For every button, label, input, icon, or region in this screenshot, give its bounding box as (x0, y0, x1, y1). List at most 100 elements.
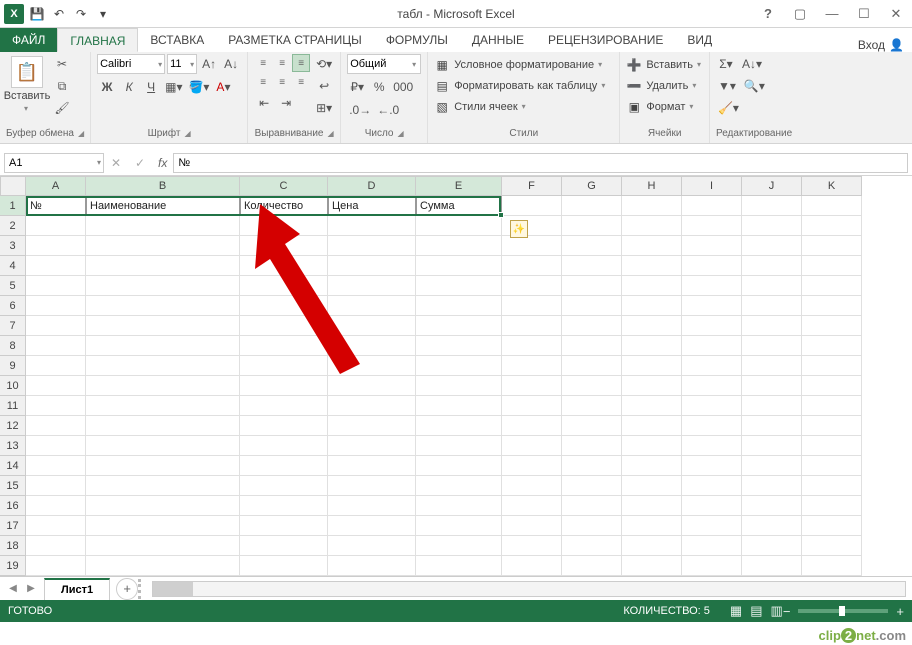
row-header-8[interactable]: 8 (0, 336, 26, 356)
cell-H19[interactable] (622, 556, 682, 576)
cell-C12[interactable] (240, 416, 328, 436)
cell-D19[interactable] (328, 556, 416, 576)
cell-F3[interactable] (502, 236, 562, 256)
cell-H1[interactable] (622, 196, 682, 216)
conditional-formatting-button[interactable]: ▦Условное форматирование▾ (434, 54, 613, 75)
cell-F5[interactable] (502, 276, 562, 296)
font-size-select[interactable]: 11▾ (167, 54, 197, 74)
cell-J17[interactable] (742, 516, 802, 536)
cell-A14[interactable] (26, 456, 86, 476)
cell-I3[interactable] (682, 236, 742, 256)
cell-C1[interactable]: Количество (240, 196, 328, 216)
cell-G16[interactable] (562, 496, 622, 516)
comma-button[interactable]: 000 (391, 77, 415, 97)
cell-C15[interactable] (240, 476, 328, 496)
cell-E5[interactable] (416, 276, 502, 296)
tab-pagelayout[interactable]: РАЗМЕТКА СТРАНИЦЫ (216, 28, 374, 52)
cell-D15[interactable] (328, 476, 416, 496)
cell-I19[interactable] (682, 556, 742, 576)
cell-E11[interactable] (416, 396, 502, 416)
align-left-button[interactable]: ≡ (254, 73, 272, 91)
quick-analysis-icon[interactable]: ✨ (510, 220, 528, 238)
cell-I18[interactable] (682, 536, 742, 556)
formula-bar[interactable]: № (173, 153, 908, 173)
cell-G14[interactable] (562, 456, 622, 476)
align-middle-button[interactable]: ≡ (273, 54, 291, 72)
cell-A15[interactable] (26, 476, 86, 496)
cell-K9[interactable] (802, 356, 862, 376)
cell-E18[interactable] (416, 536, 502, 556)
cell-E10[interactable] (416, 376, 502, 396)
decrease-indent-button[interactable]: ⇤ (254, 93, 274, 113)
ribbon-options-button[interactable]: ▢ (784, 2, 816, 26)
cell-I13[interactable] (682, 436, 742, 456)
row-header-3[interactable]: 3 (0, 236, 26, 256)
column-header-F[interactable]: F (502, 176, 562, 196)
cell-B17[interactable] (86, 516, 240, 536)
column-header-E[interactable]: E (416, 176, 502, 196)
bold-button[interactable]: Ж (97, 77, 117, 97)
cell-A9[interactable] (26, 356, 86, 376)
row-header-19[interactable]: 19 (0, 556, 26, 576)
row-header-10[interactable]: 10 (0, 376, 26, 396)
cell-A12[interactable] (26, 416, 86, 436)
cell-H2[interactable] (622, 216, 682, 236)
cell-B19[interactable] (86, 556, 240, 576)
column-header-A[interactable]: A (26, 176, 86, 196)
cell-D16[interactable] (328, 496, 416, 516)
cell-K18[interactable] (802, 536, 862, 556)
increase-decimal-button[interactable]: .0→ (347, 100, 373, 120)
wrap-text-button[interactable]: ↩ (314, 76, 334, 96)
cell-D2[interactable] (328, 216, 416, 236)
cell-B16[interactable] (86, 496, 240, 516)
cell-D6[interactable] (328, 296, 416, 316)
cell-J11[interactable] (742, 396, 802, 416)
shrink-font-button[interactable]: A↓ (221, 54, 241, 74)
currency-button[interactable]: ₽▾ (347, 77, 367, 97)
minimize-button[interactable]: — (816, 2, 848, 26)
cell-B11[interactable] (86, 396, 240, 416)
cell-I12[interactable] (682, 416, 742, 436)
cell-A17[interactable] (26, 516, 86, 536)
cell-G7[interactable] (562, 316, 622, 336)
cell-J16[interactable] (742, 496, 802, 516)
cell-F16[interactable] (502, 496, 562, 516)
format-as-table-button[interactable]: ▤Форматировать как таблицу▾ (434, 75, 613, 96)
column-header-B[interactable]: B (86, 176, 240, 196)
row-header-17[interactable]: 17 (0, 516, 26, 536)
cell-F15[interactable] (502, 476, 562, 496)
cell-F9[interactable] (502, 356, 562, 376)
cell-J3[interactable] (742, 236, 802, 256)
cancel-formula-button[interactable]: ✕ (104, 153, 128, 173)
cell-E16[interactable] (416, 496, 502, 516)
cell-A11[interactable] (26, 396, 86, 416)
cell-E14[interactable] (416, 456, 502, 476)
cell-A7[interactable] (26, 316, 86, 336)
italic-button[interactable]: К (119, 77, 139, 97)
cell-B6[interactable] (86, 296, 240, 316)
number-launcher[interactable]: ◢ (397, 129, 403, 138)
cell-B18[interactable] (86, 536, 240, 556)
tab-insert[interactable]: ВСТАВКА (138, 28, 216, 52)
tab-home[interactable]: ГЛАВНАЯ (57, 28, 138, 52)
row-header-2[interactable]: 2 (0, 216, 26, 236)
help-button[interactable]: ? (752, 2, 784, 26)
select-all-corner[interactable] (0, 176, 26, 196)
row-header-16[interactable]: 16 (0, 496, 26, 516)
clipboard-launcher[interactable]: ◢ (78, 129, 84, 138)
cell-C2[interactable] (240, 216, 328, 236)
cell-E7[interactable] (416, 316, 502, 336)
cell-I7[interactable] (682, 316, 742, 336)
cell-I11[interactable] (682, 396, 742, 416)
cell-J15[interactable] (742, 476, 802, 496)
cell-A2[interactable] (26, 216, 86, 236)
cell-E15[interactable] (416, 476, 502, 496)
cell-J19[interactable] (742, 556, 802, 576)
tab-nav-first[interactable]: ◀ (4, 580, 22, 598)
row-header-6[interactable]: 6 (0, 296, 26, 316)
cell-K10[interactable] (802, 376, 862, 396)
cell-J10[interactable] (742, 376, 802, 396)
cell-B12[interactable] (86, 416, 240, 436)
cell-K6[interactable] (802, 296, 862, 316)
merge-button[interactable]: ⊞▾ (314, 98, 334, 118)
